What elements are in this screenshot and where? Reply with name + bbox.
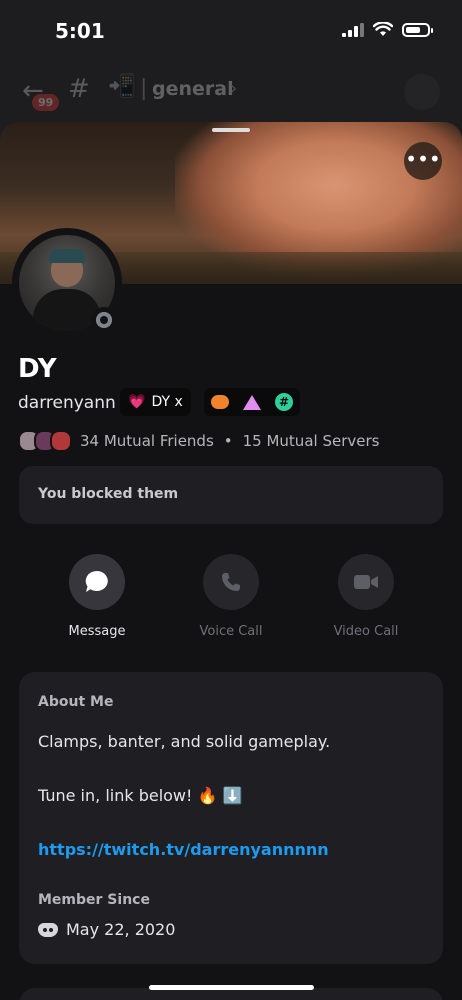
avatar-ring <box>12 228 122 338</box>
battery-icon <box>402 22 433 37</box>
discord-logo-icon <box>38 922 58 937</box>
about-me-card: About Me Clamps, banter, and solid gamep… <box>19 672 443 964</box>
mutual-friend-avatars <box>18 430 72 452</box>
video-call-label: Video Call <box>333 624 399 639</box>
status-icons <box>342 22 433 37</box>
triangle-badge-icon[interactable] <box>243 394 261 410</box>
offline-status-icon <box>91 307 117 333</box>
sheet-drag-handle[interactable] <box>212 128 250 132</box>
message-label: Message <box>68 624 126 639</box>
mutual-friends-count[interactable]: 34 Mutual Friends <box>80 432 214 450</box>
about-me-line: Clamps, banter, and solid gameplay. <box>38 732 331 751</box>
about-me-heading: About Me <box>38 694 114 710</box>
wifi-icon <box>373 22 393 36</box>
mutuals-row[interactable]: 34 Mutual Friends • 15 Mutual Servers <box>18 430 379 452</box>
chat-bubble-icon <box>85 570 108 592</box>
channel-name[interactable]: general <box>152 78 234 100</box>
phone-icon <box>222 573 240 591</box>
orange-badge-icon[interactable] <box>211 395 229 409</box>
blocked-notice-text: You blocked them <box>38 486 179 502</box>
message-button[interactable]: Message <box>47 554 147 639</box>
dot-separator: • <box>223 432 233 450</box>
username[interactable]: darrenyann <box>18 393 116 413</box>
blocked-notice: You blocked them <box>19 466 443 524</box>
channel-emoji: 📲 <box>108 74 136 99</box>
avatar <box>50 430 72 452</box>
about-me-line: Tune in, link below! 🔥 ⬇️ <box>38 786 243 805</box>
home-indicator <box>149 985 314 990</box>
channel-hash-icon: # <box>68 74 90 104</box>
voice-call-button[interactable]: Voice Call <box>181 554 281 639</box>
member-since-date: May 22, 2020 <box>66 920 176 939</box>
channel-header: ← 99 # 📲 | general › <box>0 62 462 120</box>
profile-badges: # <box>204 388 300 416</box>
hash-badge-icon[interactable]: # <box>275 393 293 411</box>
unread-badge: 99 <box>32 94 60 111</box>
member-since-row: May 22, 2020 <box>38 920 175 939</box>
member-since-heading: Member Since <box>38 892 150 908</box>
profile-actions: Message Voice Call Video Call <box>0 554 462 644</box>
clan-tag[interactable]: 💗 DY x <box>120 388 191 416</box>
display-name: DY <box>18 354 57 384</box>
chevron-right-icon: › <box>230 78 238 99</box>
clan-tag-label: DY x <box>151 394 183 410</box>
search-button[interactable] <box>404 74 440 110</box>
heart-icon: 💗 <box>128 394 146 410</box>
mutual-servers-count[interactable]: 15 Mutual Servers <box>243 432 380 450</box>
twitch-link[interactable]: https://twitch.tv/darrenyannnnn <box>38 840 329 859</box>
profile-sheet: ••• DY darrenyann 💗 DY x # 34 Mutual Fri… <box>0 122 462 1000</box>
status-time: 5:01 <box>55 19 105 43</box>
video-call-button[interactable]: Video Call <box>316 554 416 639</box>
status-bar: 5:01 <box>0 0 462 60</box>
cellular-signal-icon <box>342 22 364 37</box>
channel-separator: | <box>140 76 148 101</box>
voice-call-label: Voice Call <box>199 624 263 639</box>
more-options-button[interactable]: ••• <box>404 142 442 180</box>
video-camera-icon <box>354 575 378 589</box>
